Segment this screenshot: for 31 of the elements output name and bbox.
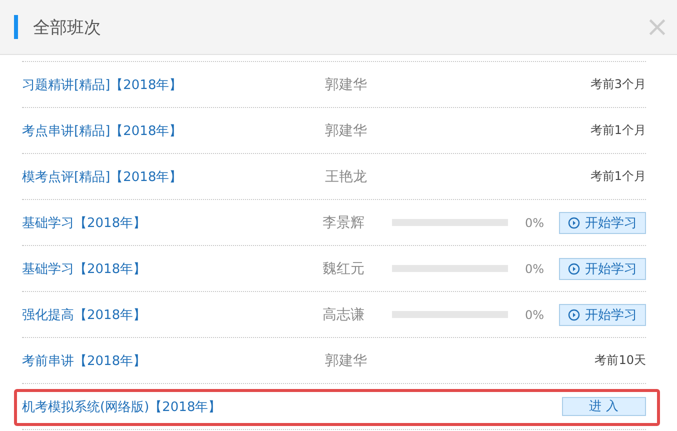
countdown-label: 考前10天 [594,352,646,369]
countdown-label: 考前1个月 [590,168,646,185]
start-study-button[interactable]: 开始学习 [559,304,646,326]
teacher-name: 郭建华 [325,352,368,370]
teacher-name: 李景辉 [322,214,366,232]
progress-percent: 0% [525,216,546,230]
teacher-name: 郭建华 [325,76,368,94]
course-link[interactable]: 模考点评[精品]【2018年】 [22,168,325,186]
start-study-button[interactable]: 开始学习 [559,212,646,234]
progress-percent: 0% [525,308,546,322]
teacher-name: 王艳龙 [325,168,368,186]
play-icon [568,216,580,228]
enter-button[interactable]: 进 入 [562,397,646,416]
course-link[interactable]: 机考模拟系统(网络版)【2018年】 [22,398,325,416]
course-link[interactable]: 基础学习【2018年】 [22,260,323,278]
teacher-name: 高志谦 [322,306,366,324]
countdown-label: 考前1个月 [590,122,646,139]
start-study-button[interactable]: 开始学习 [559,258,646,280]
course-link[interactable]: 考前串讲【2018年】 [22,352,325,370]
course-link[interactable]: 基础学习【2018年】 [22,214,323,232]
teacher-name: 魏红元 [322,260,366,278]
countdown-label: 考前3个月 [590,76,646,93]
course-link[interactable]: 考点串讲[精品]【2018年】 [22,122,325,140]
play-icon [568,262,580,274]
course-link[interactable]: 习题精讲[精品]【2018年】 [22,76,325,94]
dialog-title: 全部班次 [33,16,102,38]
play-icon [568,308,580,320]
accent-bar [14,15,18,39]
teacher-name: 郭建华 [325,122,368,140]
progress-percent: 0% [525,262,546,276]
course-link[interactable]: 强化提高【2018年】 [22,306,323,324]
